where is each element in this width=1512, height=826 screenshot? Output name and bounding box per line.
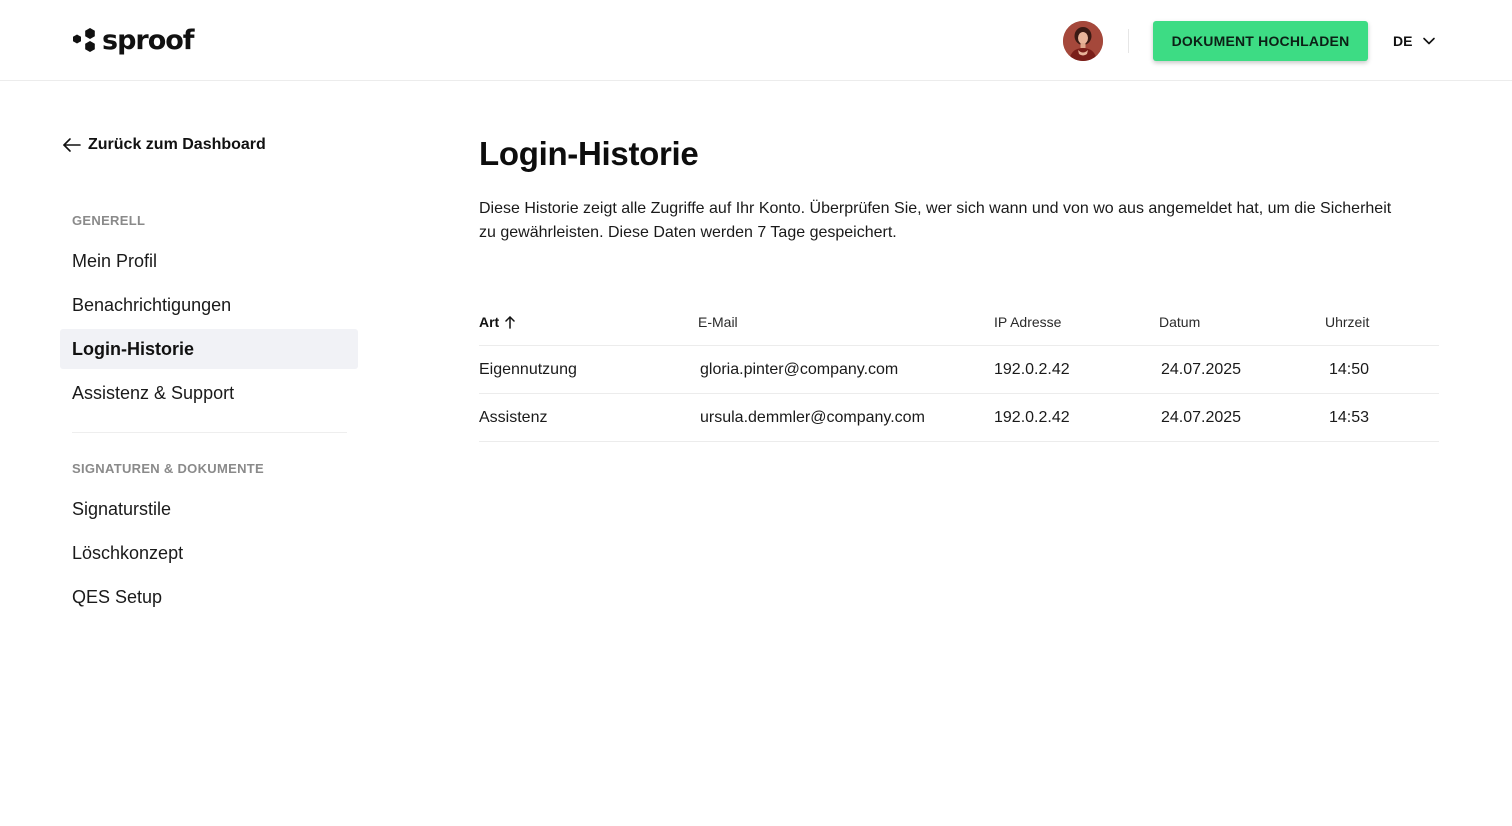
section-title-general: GENERELL (72, 213, 146, 228)
cell-ip-address: 192.0.2.42 (994, 361, 1070, 378)
sidebar-item-notifications[interactable]: Benachrichtigungen (60, 285, 358, 325)
language-selector[interactable]: DE (1393, 31, 1436, 51)
column-header-type[interactable]: Art (479, 314, 516, 330)
sidebar-item-login-history[interactable]: Login-Historie (60, 329, 358, 369)
upload-document-button[interactable]: DOKUMENT HOCHLADEN (1153, 21, 1368, 61)
header-divider (1128, 29, 1129, 53)
sidebar-item-assistance-support[interactable]: Assistenz & Support (60, 373, 358, 413)
table-header: Art E-Mail IP Adresse Datum Uhrzeit (479, 298, 1439, 346)
sidebar-item-signature-styles[interactable]: Signaturstile (60, 489, 358, 529)
language-label: DE (1393, 33, 1413, 49)
top-header: sproof DOKUMENT HOCHLADEN DE (0, 0, 1512, 81)
column-header-ip-address[interactable]: IP Adresse (994, 314, 1061, 330)
cell-email: ursula.demmler@company.com (700, 409, 925, 426)
back-to-dashboard-link[interactable]: Zurück zum Dashboard (62, 134, 266, 156)
page-description: Diese Historie zeigt alle Zugriffe auf I… (479, 200, 1392, 241)
table-row: Assistenz ursula.demmler@company.com 192… (479, 394, 1439, 442)
arrow-left-icon (63, 138, 81, 152)
chevron-down-icon (1423, 37, 1436, 45)
cell-ip-address: 192.0.2.42 (994, 409, 1070, 426)
hexagon-cluster-icon (73, 28, 95, 52)
page-title: Login-Historie (479, 135, 699, 172)
column-header-label: Art (479, 314, 500, 330)
sidebar-item-qes-setup[interactable]: QES Setup (60, 577, 358, 617)
cell-date: 24.07.2025 (1161, 409, 1242, 426)
table-row: Eigennutzung gloria.pinter@company.com 1… (479, 346, 1439, 394)
cell-type: Eigennutzung (479, 361, 577, 378)
cell-email: gloria.pinter@company.com (700, 361, 899, 378)
logo-wordmark: sproof (102, 25, 195, 56)
column-header-email[interactable]: E-Mail (698, 314, 738, 330)
sidebar-divider (72, 432, 347, 433)
back-link-label: Zurück zum Dashboard (88, 136, 266, 153)
column-header-time[interactable]: Uhrzeit (1325, 314, 1369, 330)
cell-time: 14:53 (1329, 409, 1370, 426)
column-header-date[interactable]: Datum (1159, 314, 1200, 330)
cell-date: 24.07.2025 (1161, 361, 1242, 378)
user-avatar-icon (1063, 21, 1103, 61)
cell-type: Assistenz (479, 409, 548, 426)
sort-ascending-icon (505, 316, 515, 329)
section-title-signatures-documents: SIGNATUREN & DOKUMENTE (72, 461, 264, 476)
login-history-table: Art E-Mail IP Adresse Datum Uhrzeit Eige… (479, 298, 1439, 442)
user-avatar[interactable] (1063, 21, 1103, 61)
sidebar-item-profile[interactable]: Mein Profil (60, 241, 358, 281)
cell-time: 14:50 (1329, 361, 1370, 378)
sidebar-item-deletion-concept[interactable]: Löschkonzept (60, 533, 358, 573)
sproof-logo[interactable]: sproof (70, 24, 195, 58)
